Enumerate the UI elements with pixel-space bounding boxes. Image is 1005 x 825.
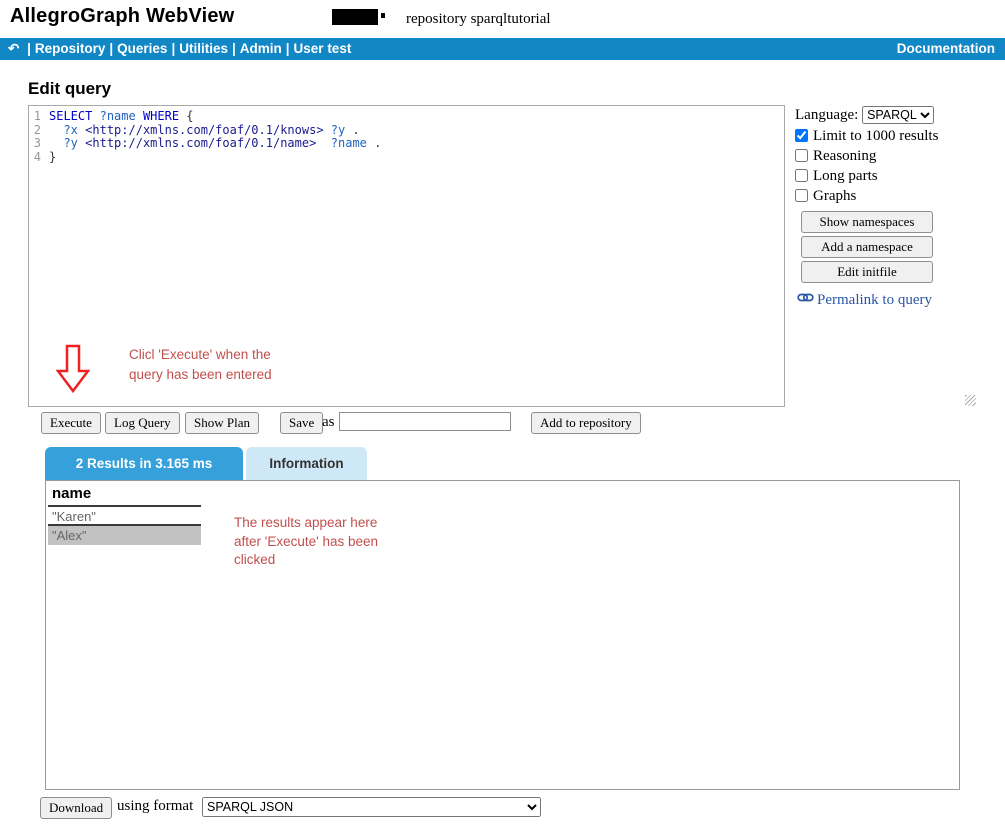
chain-link-icon <box>797 290 814 310</box>
result-row: "Karen" <box>48 507 201 526</box>
option-checkboxes: Limit to 1000 results Reasoning Long parts… <box>795 128 1000 205</box>
line-number: 4 <box>29 151 41 165</box>
annotation-line: The results appear here <box>234 514 378 533</box>
checkbox-row-reasoning[interactable]: Reasoning <box>795 148 1000 165</box>
language-row: Language: SPARQL <box>795 106 1000 124</box>
checkbox-row-limit-to-1000-results[interactable]: Limit to 1000 results <box>795 128 1000 145</box>
checkbox-limit-to-1000-results[interactable] <box>795 129 808 142</box>
allegrograph-webview-page: AllegroGraph WebView repository sparqltu… <box>0 0 1005 825</box>
checkbox-label: Reasoning <box>813 148 876 164</box>
show-namespaces-button[interactable]: Show namespaces <box>801 211 933 233</box>
nav-item-utilities[interactable]: Utilities <box>179 41 228 56</box>
nav-separator: | <box>109 41 113 56</box>
results-annotation: The results appear here after 'Execute' … <box>234 514 378 570</box>
permalink-link[interactable]: Permalink to query <box>797 290 1000 310</box>
namespace-buttons: Show namespaces Add a namespace Edit initf… <box>801 211 1000 283</box>
using-format-label: using format <box>117 798 193 815</box>
annotation-line: clicked <box>234 551 378 570</box>
save-button[interactable]: Save <box>280 412 323 434</box>
redacted-mark <box>381 13 385 18</box>
checkbox-label: Long parts <box>813 168 878 184</box>
nav-separator: | <box>171 41 175 56</box>
nav-item-documentation[interactable]: Documentation <box>897 38 995 60</box>
nav-separator: | <box>286 41 290 56</box>
nav-separator: | <box>27 41 31 56</box>
save-as-label: as <box>322 414 335 431</box>
show-plan-button[interactable]: Show Plan <box>185 412 259 434</box>
line-number: 3 <box>29 137 41 151</box>
nav-item-queries[interactable]: Queries <box>117 41 167 56</box>
annotation-line: query has been entered <box>129 365 272 385</box>
checkbox-long-parts[interactable] <box>795 169 808 182</box>
add-to-repository-button[interactable]: Add to repository <box>531 412 641 434</box>
nav-items: ↶ |Repository|Queries|Utilities|Admin|Us… <box>8 38 351 60</box>
language-label: Language: <box>795 107 858 123</box>
results-column-header: name <box>48 483 201 507</box>
code-line: ?x <http://xmlns.com/foaf/0.1/knows> ?y … <box>49 124 784 138</box>
edit-initfile-button[interactable]: Edit initfile <box>801 261 933 283</box>
language-select[interactable]: SPARQL <box>862 106 934 124</box>
checkbox-label: Limit to 1000 results <box>813 128 938 144</box>
back-arrow-icon[interactable]: ↶ <box>8 41 19 56</box>
app-title: AllegroGraph WebView <box>10 5 234 28</box>
page-title: Edit query <box>28 79 111 99</box>
annotation-line: Clicl 'Execute' when the <box>129 345 272 365</box>
checkbox-row-long-parts[interactable]: Long parts <box>795 168 1000 185</box>
header: AllegroGraph WebView repository sparqltu… <box>0 0 1005 38</box>
line-number: 1 <box>29 110 41 124</box>
checkbox-row-graphs[interactable]: Graphs <box>795 188 1000 205</box>
add-a-namespace-button[interactable]: Add a namespace <box>801 236 933 258</box>
query-options-panel: Language: SPARQL Limit to 1000 results Re… <box>795 106 1000 310</box>
code-line: SELECT ?name WHERE { <box>49 110 784 124</box>
checkbox-label: Graphs <box>813 188 856 204</box>
nav-item-user-test[interactable]: User test <box>294 41 352 56</box>
code-line: ?y <http://xmlns.com/foaf/0.1/name> ?nam… <box>49 137 784 151</box>
code-line: } <box>49 151 784 165</box>
save-name-input[interactable] <box>339 412 511 431</box>
annotation-line: after 'Execute' has been <box>234 533 378 552</box>
editor-resize-handle[interactable] <box>965 395 976 406</box>
tab-results[interactable]: 2 Results in 3.165 ms <box>45 447 243 480</box>
repository-label: repository sparqltutorial <box>406 11 551 28</box>
down-arrow-icon <box>56 344 90 399</box>
format-select[interactable]: SPARQL JSON <box>202 797 541 817</box>
editor-gutter: 1234 <box>29 106 45 406</box>
line-number: 2 <box>29 124 41 138</box>
redacted-block <box>332 9 378 25</box>
nav-item-repository[interactable]: Repository <box>35 41 106 56</box>
download-button[interactable]: Download <box>40 797 112 819</box>
result-row: "Alex" <box>48 526 201 545</box>
nav-item-admin[interactable]: Admin <box>240 41 282 56</box>
nav-separator: | <box>232 41 236 56</box>
log-query-button[interactable]: Log Query <box>105 412 180 434</box>
nav-bar: ↶ |Repository|Queries|Utilities|Admin|Us… <box>0 38 1005 60</box>
results-rows: "Karen""Alex" <box>48 507 201 545</box>
checkbox-reasoning[interactable] <box>795 149 808 162</box>
execute-button[interactable]: Execute <box>41 412 101 434</box>
results-column: name "Karen""Alex" <box>48 483 201 545</box>
permalink-label[interactable]: Permalink to query <box>817 292 932 309</box>
tab-information[interactable]: Information <box>246 447 367 480</box>
checkbox-graphs[interactable] <box>795 189 808 202</box>
editor-annotation: Clicl 'Execute' when the query has been … <box>129 345 272 385</box>
results-panel: name "Karen""Alex" The results appear he… <box>45 480 960 790</box>
